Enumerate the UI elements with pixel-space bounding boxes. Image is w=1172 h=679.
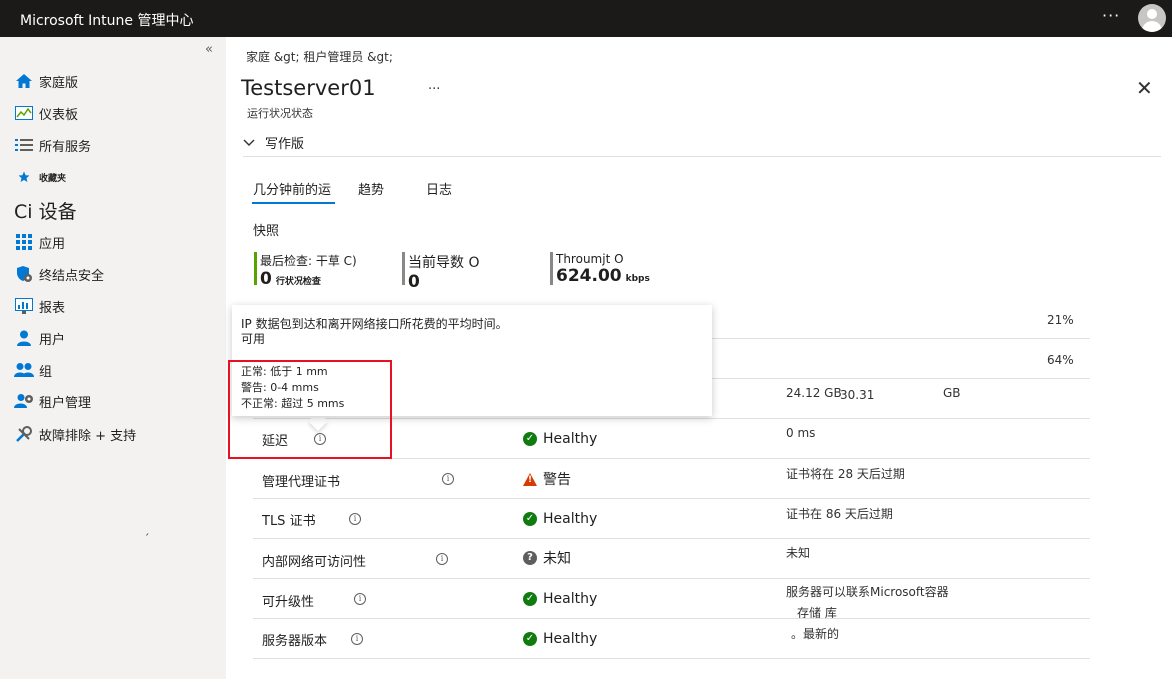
metric-throughput: Throumjt O 624.00 kbps [550, 252, 650, 286]
section-label: 写作版 [265, 137, 305, 152]
sidebar-item-label: 收藏夹 [39, 173, 67, 184]
home-icon [14, 72, 34, 90]
sidebar-item-all-services[interactable]: 所有服务 [14, 134, 91, 156]
info-icon[interactable]: i [354, 593, 366, 605]
sidebar-item-label: Ci 设备 [14, 200, 77, 223]
sidebar-item-troubleshooting[interactable]: 故障排除 + 支持 [14, 423, 136, 445]
sidebar-item-devices[interactable]: Ci 设备 [14, 199, 77, 223]
warning-icon: ! [523, 472, 537, 486]
tab-trends[interactable]: 趋势 [358, 179, 384, 198]
sidebar-item-label: 租户管理 [39, 395, 92, 411]
check-circle-icon: ✓ [523, 632, 537, 646]
sidebar-item-label: 组 [39, 364, 53, 380]
sidebar-item-label: 所有服务 [39, 139, 92, 155]
row-name-internal-network: 内部网络可访问性 [262, 555, 367, 570]
snapshot-label: 快照 [253, 224, 280, 239]
status-badge: ✓ Healthy [523, 511, 597, 527]
dashboard-icon [14, 104, 34, 122]
status-badge: ✓ Healthy [523, 591, 597, 607]
status-badge: ? 未知 [523, 548, 571, 568]
more-actions-icon[interactable]: ··· [428, 82, 440, 97]
sidebar-item-dashboard[interactable]: 仪表板 [14, 102, 78, 124]
more-options-icon[interactable]: ··· [1102, 6, 1120, 25]
sidebar-item-users[interactable]: 用户 [14, 327, 65, 349]
tab-recent[interactable]: 几分钟前的运 [253, 179, 331, 198]
check-circle-icon: ✓ [523, 432, 537, 446]
reports-icon [14, 297, 34, 315]
active-tab-indicator [252, 202, 335, 204]
wrench-icon [14, 425, 34, 443]
row-name-upgradability: 可升级性 [262, 595, 315, 610]
row-detail: 24.12 GB [786, 386, 842, 400]
status-badge: ✓ Healthy [523, 431, 597, 447]
row-detail: 64% [1047, 353, 1074, 367]
row-detail: 30.31 [840, 388, 875, 402]
group-icon [14, 361, 34, 379]
sidebar-item-favorites[interactable]: 收藏夹 [14, 166, 66, 188]
row-detail: 0 ms [786, 426, 816, 440]
sidebar-mark: ˏ [144, 523, 150, 536]
section-toggle[interactable]: 写作版 [243, 133, 304, 152]
user-icon [14, 329, 34, 347]
app-title[interactable]: Microsoft Intune 管理中心 [20, 10, 193, 30]
highlight-box [228, 360, 392, 459]
row-name-tls: TLS 证书 [262, 514, 316, 529]
sidebar-item-label: 终结点安全 [39, 268, 105, 284]
row-detail: 。最新的 [791, 627, 840, 641]
row-detail: 证书在 86 天后过期 [786, 507, 893, 521]
sidebar-item-home[interactable]: 家庭版 [14, 70, 78, 92]
sidebar-item-tenant-admin[interactable]: 租户管理 [14, 390, 91, 412]
info-icon[interactable]: i [349, 513, 361, 525]
metric-last-check: 最后检查: 干草 C) 0 行状况检查 [254, 252, 357, 289]
status-badge: ! 警告 [523, 469, 571, 489]
row-detail: 证书将在 28 天后过期 [786, 467, 905, 481]
row-name-server-version: 服务器版本 [262, 634, 328, 649]
sidebar-item-endpoint-security[interactable]: 终结点安全 [14, 263, 104, 285]
list-icon [14, 136, 34, 154]
metric-current-count: 当前导数 O 0 [402, 252, 479, 292]
sidebar-item-label: 仪表板 [39, 107, 79, 123]
info-icon[interactable]: i [442, 473, 454, 485]
info-icon[interactable]: i [436, 553, 448, 565]
sidebar-item-groups[interactable]: 组 [14, 359, 52, 381]
unknown-icon: ? [523, 551, 537, 565]
sidebar-item-label: 用户 [39, 332, 66, 348]
sidebar-item-label: 应用 [39, 236, 66, 252]
row-divider [253, 658, 1090, 659]
row-detail: GB [943, 386, 961, 400]
sidebar-item-reports[interactable]: 报表 [14, 295, 65, 317]
sidebar-item-label: 故障排除 + 支持 [39, 428, 137, 444]
check-circle-icon: ✓ [523, 512, 537, 526]
page-subtitle: 运行状况状态 [247, 107, 313, 120]
sidebar-item-label: 家庭版 [39, 75, 79, 91]
apps-grid-icon [14, 233, 34, 251]
row-detail: 服务器可以联系Microsoft容器 [786, 585, 949, 599]
check-circle-icon: ✓ [523, 592, 537, 606]
row-divider [253, 498, 1090, 499]
chevron-down-icon [243, 136, 255, 150]
row-detail: 未知 [786, 546, 811, 560]
top-bar: Microsoft Intune 管理中心 ··· [0, 0, 1172, 37]
sidebar-item-apps[interactable]: 应用 [14, 231, 65, 253]
close-icon[interactable]: ✕ [1136, 78, 1153, 98]
star-icon [14, 168, 34, 186]
tab-logs[interactable]: 日志 [426, 179, 452, 198]
row-divider [253, 538, 1090, 539]
tenant-icon [14, 392, 34, 410]
row-divider [253, 578, 1090, 579]
page-title: Testserver01 [241, 76, 376, 100]
shield-icon [14, 265, 34, 283]
divider [243, 156, 1161, 157]
status-badge: ✓ Healthy [523, 631, 597, 647]
collapse-sidebar-icon[interactable]: « [205, 42, 213, 57]
row-detail: 21% [1047, 313, 1074, 327]
row-name-agent-cert: 管理代理证书 [262, 475, 341, 490]
row-divider [253, 618, 1090, 619]
sidebar-item-label: 报表 [39, 300, 66, 316]
avatar[interactable] [1138, 4, 1166, 32]
breadcrumb[interactable]: 家庭 &gt; 租户管理员 &gt; [246, 48, 393, 65]
info-icon[interactable]: i [351, 633, 363, 645]
